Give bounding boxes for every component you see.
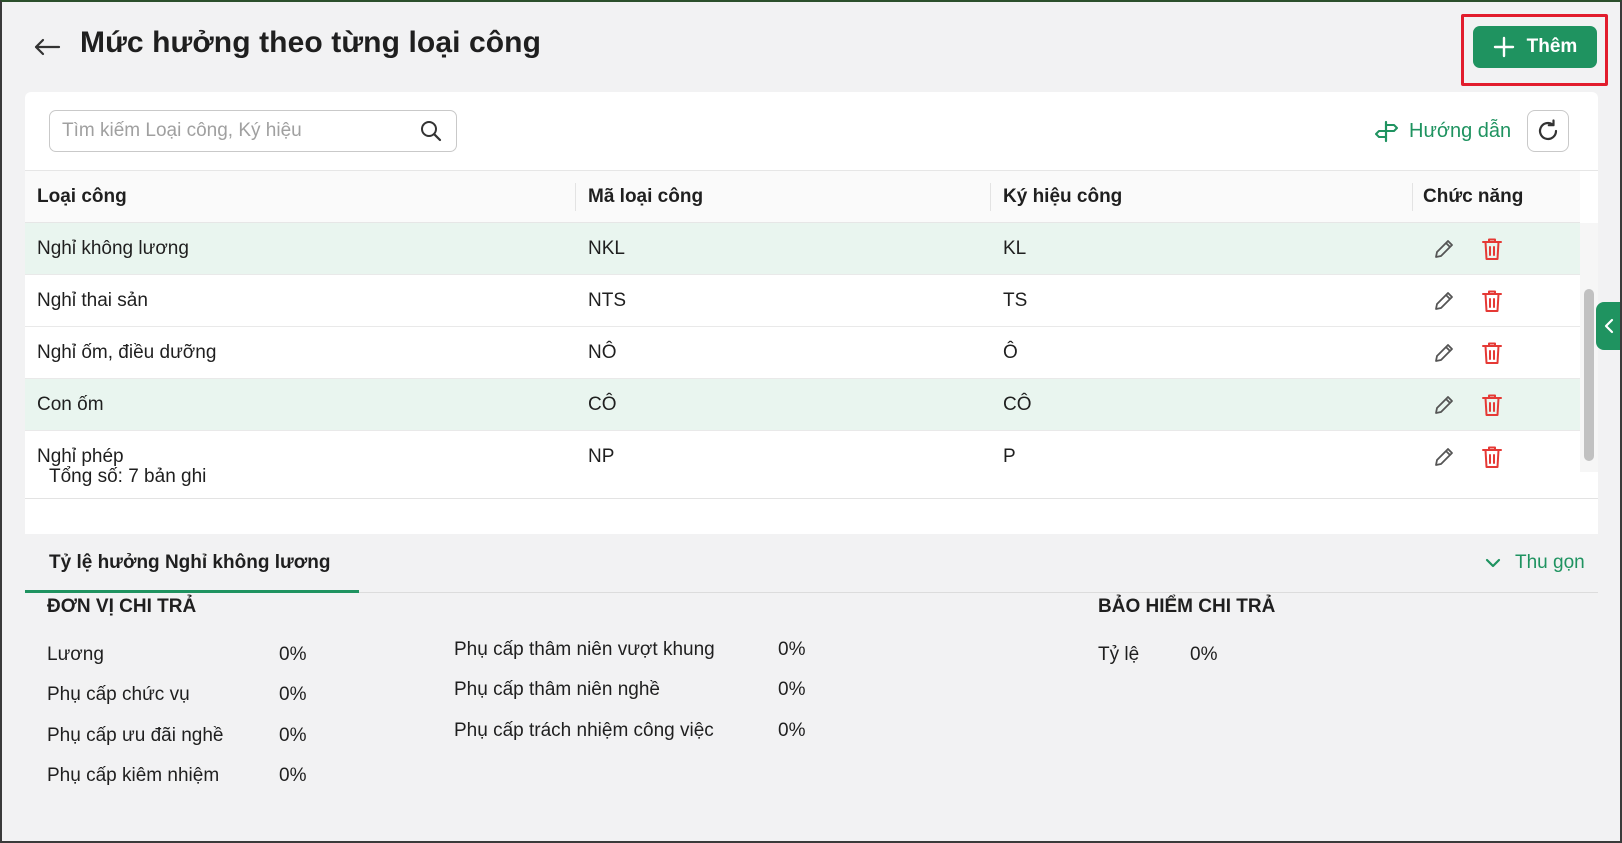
rate-value: 0% xyxy=(279,644,307,665)
table-row[interactable]: Nghỉ phép NP P xyxy=(25,431,1580,472)
rate-value: 0% xyxy=(778,639,806,660)
delete-icon[interactable] xyxy=(1481,238,1503,260)
employer-section-title: ĐƠN VỊ CHI TRẢ xyxy=(47,596,197,617)
chevron-left-icon xyxy=(1604,318,1614,334)
back-button[interactable] xyxy=(30,30,64,64)
divider xyxy=(25,498,1598,499)
search-icon[interactable] xyxy=(418,118,444,144)
cell-symbol: Ô xyxy=(1003,342,1018,363)
cell-type: Nghỉ thai sản xyxy=(37,290,148,311)
cell-symbol: TS xyxy=(1003,290,1028,311)
delete-icon[interactable] xyxy=(1481,394,1503,416)
arrow-left-icon xyxy=(34,38,61,56)
delete-icon[interactable] xyxy=(1481,342,1503,364)
side-panel-toggle[interactable] xyxy=(1596,302,1622,350)
tab-rate-detail[interactable]: Tỷ lệ hưởng Nghỉ không lương xyxy=(49,552,330,574)
rate-label: Lương xyxy=(47,644,104,665)
rate-value: 0% xyxy=(778,720,806,741)
rate-label: Phụ cấp trách nhiệm công việc xyxy=(454,720,714,741)
search-box xyxy=(49,110,457,152)
insurance-section-title: BẢO HIỂM CHI TRẢ xyxy=(1098,596,1276,617)
signpost-icon xyxy=(1375,120,1398,143)
rate-label: Phụ cấp thâm niên vượt khung xyxy=(454,639,715,660)
col-divider xyxy=(1412,183,1413,211)
edit-icon[interactable] xyxy=(1433,238,1455,260)
refresh-icon xyxy=(1538,119,1558,141)
rate-value: 0% xyxy=(279,765,307,786)
rate-value: 0% xyxy=(279,684,307,705)
rate-label: Phụ cấp kiêm nhiệm xyxy=(47,765,220,786)
add-button[interactable]: Thêm xyxy=(1473,26,1597,68)
tab-active-indicator xyxy=(25,590,359,593)
guide-label: Hướng dẫn xyxy=(1409,119,1512,142)
cell-symbol: KL xyxy=(1003,238,1027,259)
delete-icon[interactable] xyxy=(1481,446,1503,468)
table-body: Nghỉ không lương NKL KL Nghỉ thai sản NT… xyxy=(25,223,1580,472)
detail-panel: Tỷ lệ hưởng Nghỉ không lương Thu gọn ĐƠN… xyxy=(25,534,1598,814)
refresh-button[interactable] xyxy=(1527,110,1569,152)
cell-type: Nghỉ không lương xyxy=(37,238,189,259)
col-divider xyxy=(575,183,576,211)
delete-icon[interactable] xyxy=(1481,290,1503,312)
cell-symbol: P xyxy=(1003,446,1016,467)
cell-code: NP xyxy=(588,446,615,467)
edit-icon[interactable] xyxy=(1433,342,1455,364)
main-card: Hướng dẫn Loại công Mã loại công Ký hiệu… xyxy=(25,92,1598,534)
edit-icon[interactable] xyxy=(1433,394,1455,416)
rate-value: 0% xyxy=(778,679,806,700)
col-divider xyxy=(990,183,991,211)
record-total: Tổng số: 7 bản ghi xyxy=(49,466,207,487)
col-header-type: Loại công xyxy=(37,186,127,207)
col-header-code: Mã loại công xyxy=(588,186,704,207)
rate-value: 0% xyxy=(1190,644,1218,665)
collapse-button[interactable]: Thu gọn xyxy=(1485,552,1585,574)
edit-icon[interactable] xyxy=(1433,290,1455,312)
plus-icon xyxy=(1493,36,1514,58)
col-header-symbol: Ký hiệu công xyxy=(1003,186,1123,207)
cell-code: NTS xyxy=(588,290,626,311)
page-title: Mức hưởng theo từng loại công xyxy=(80,26,542,59)
cell-code: CÔ xyxy=(588,394,617,415)
rate-value: 0% xyxy=(279,725,307,746)
cell-type: Nghỉ ốm, điều dưỡng xyxy=(37,342,217,363)
table-row[interactable]: Nghỉ thai sản NTS TS xyxy=(25,275,1580,327)
guide-link[interactable]: Hướng dẫn xyxy=(1375,116,1511,146)
cell-code: NÔ xyxy=(588,342,617,363)
table-scrollbar-thumb[interactable] xyxy=(1584,289,1594,461)
col-header-actions: Chức năng xyxy=(1423,186,1524,207)
add-button-label: Thêm xyxy=(1526,36,1578,57)
cell-type: Con ốm xyxy=(37,394,104,415)
rate-label: Phụ cấp chức vụ xyxy=(47,684,190,705)
rate-label: Phụ cấp thâm niên nghề xyxy=(454,679,660,700)
rate-label: Phụ cấp ưu đãi nghề xyxy=(47,725,224,746)
cell-symbol: CÔ xyxy=(1003,394,1032,415)
cell-code: NKL xyxy=(588,238,625,259)
table-header: Loại công Mã loại công Ký hiệu công Chức… xyxy=(25,171,1580,223)
table-row[interactable]: Con ốm CÔ CÔ xyxy=(25,379,1580,431)
search-input[interactable] xyxy=(62,120,418,142)
rate-label: Tỷ lệ xyxy=(1098,644,1140,665)
table-row[interactable]: Nghỉ ốm, điều dưỡng NÔ Ô xyxy=(25,327,1580,379)
chevron-down-icon xyxy=(1485,558,1501,568)
data-table: Loại công Mã loại công Ký hiệu công Chức… xyxy=(25,170,1598,472)
edit-icon[interactable] xyxy=(1433,446,1455,468)
table-row[interactable]: Nghỉ không lương NKL KL xyxy=(25,223,1580,275)
collapse-label: Thu gọn xyxy=(1515,552,1585,573)
